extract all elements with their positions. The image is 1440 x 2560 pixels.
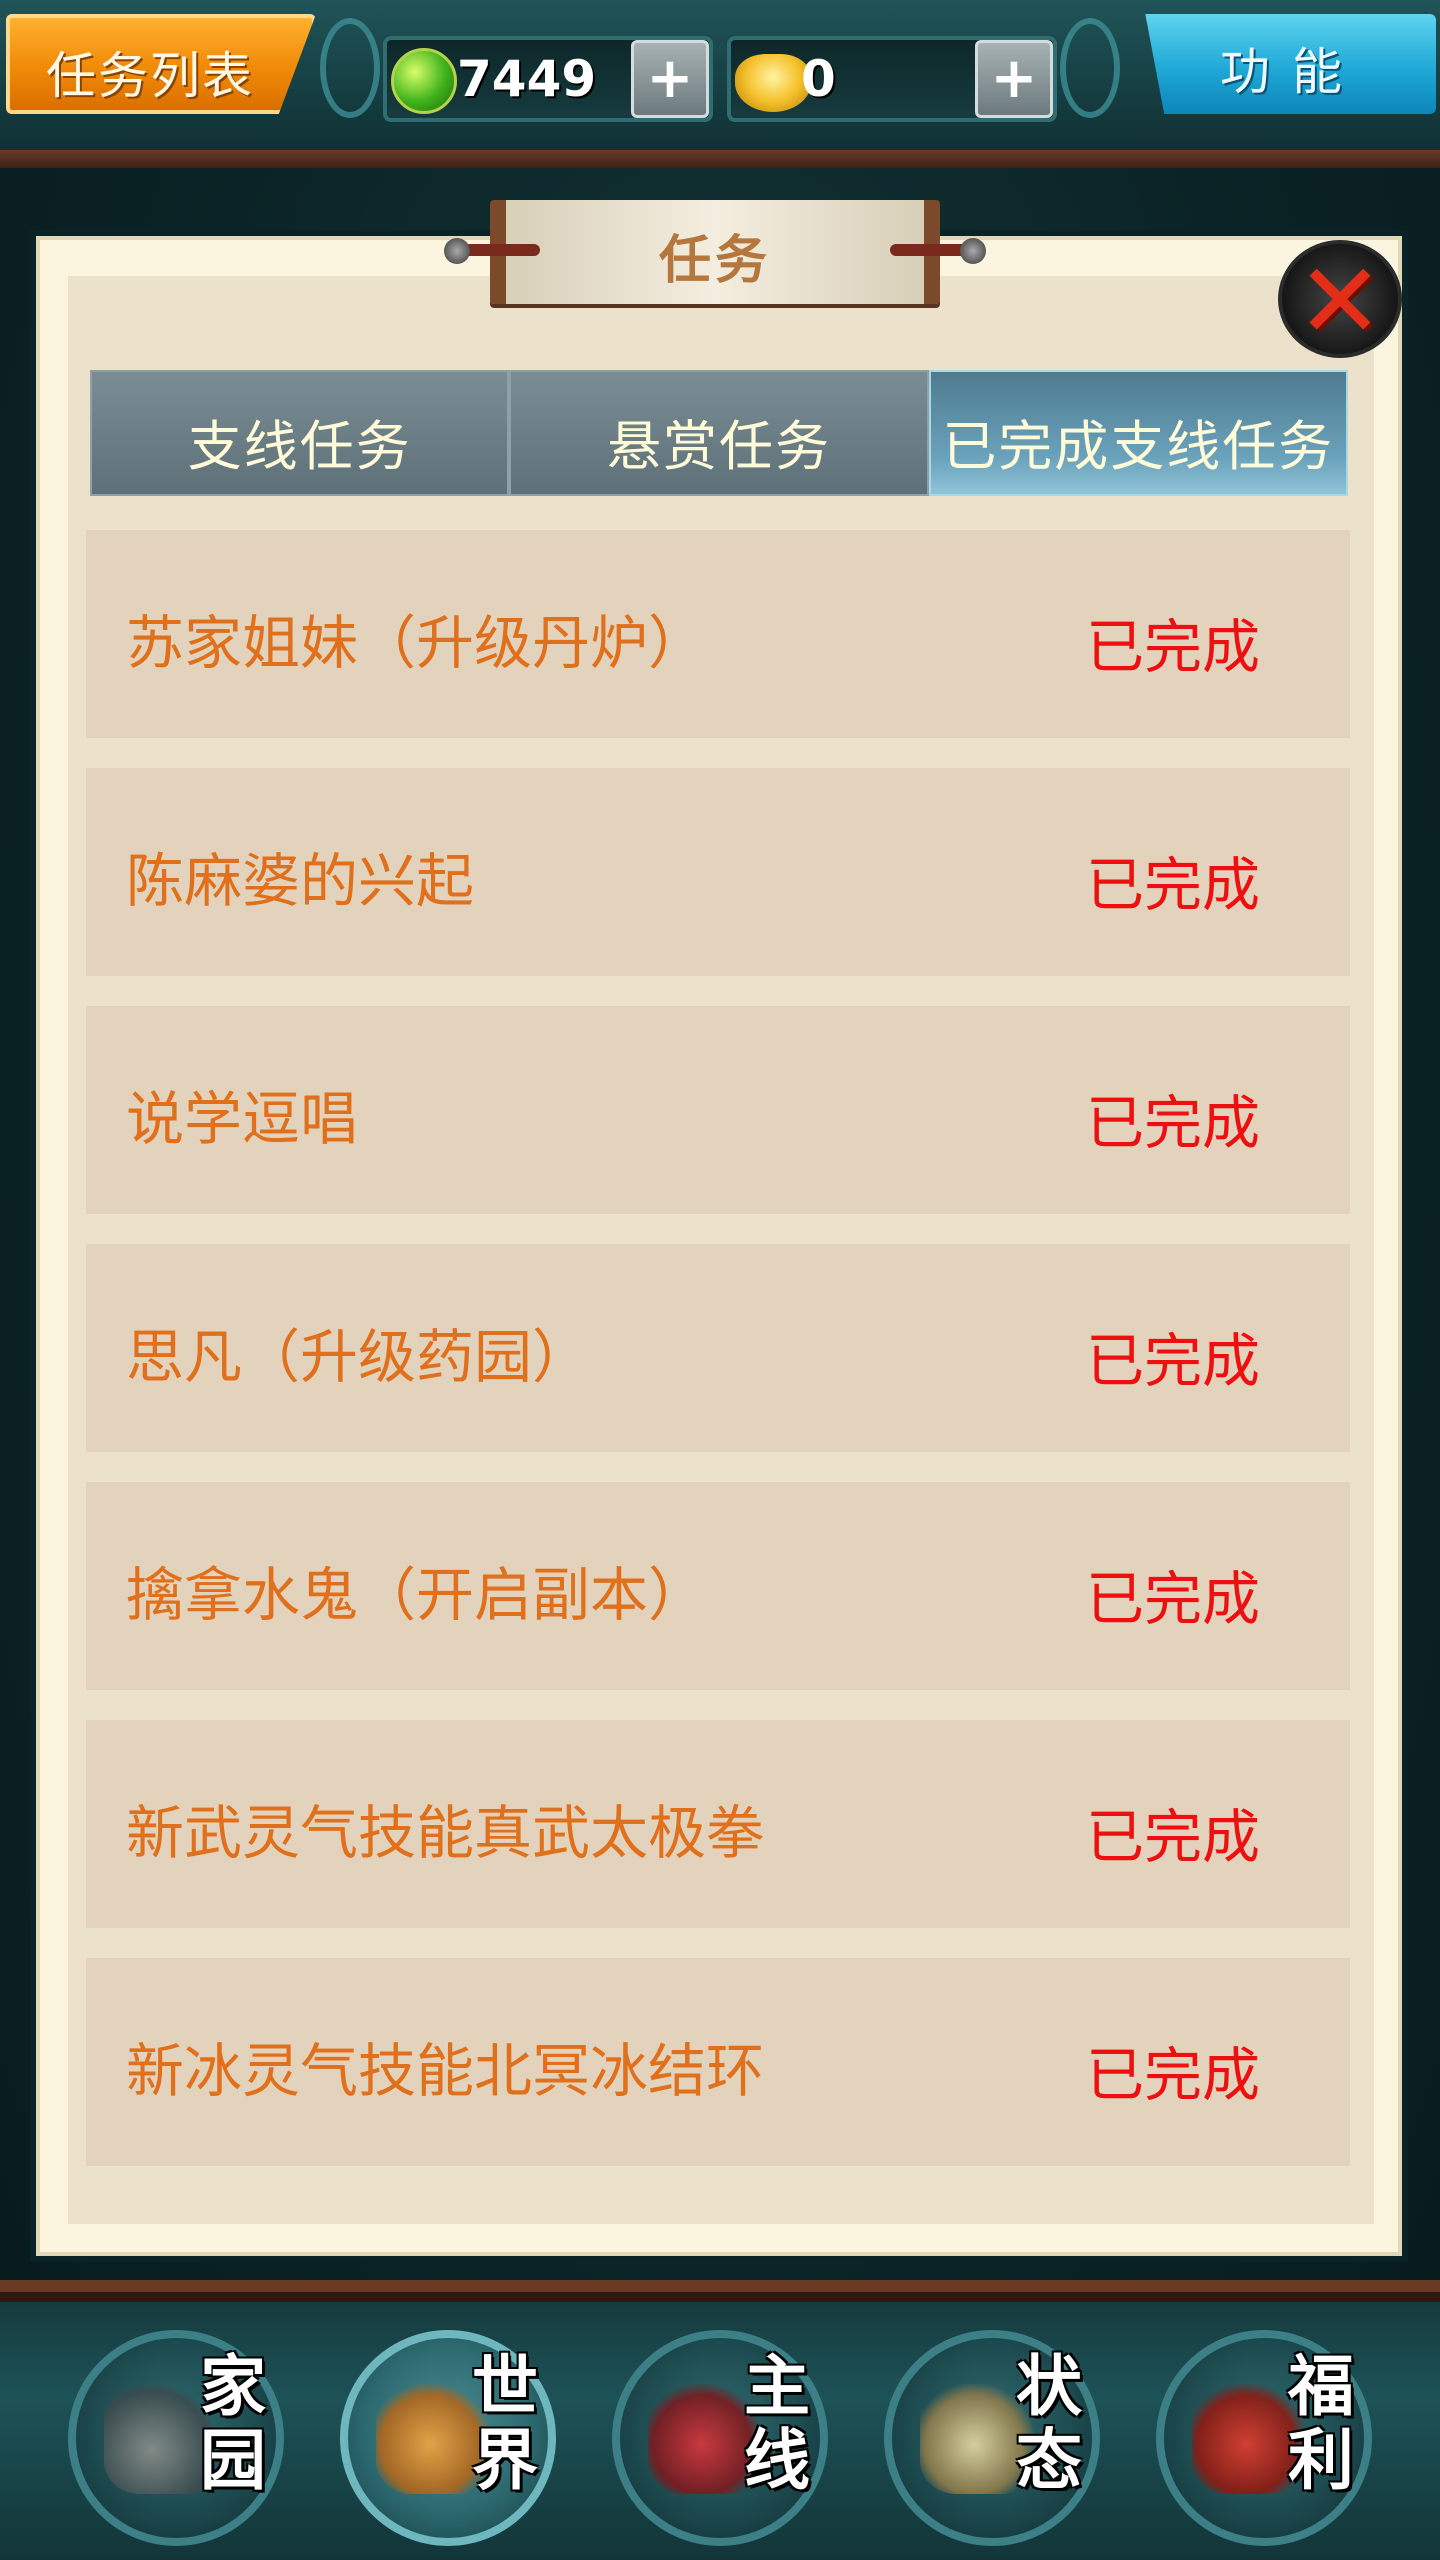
panel-title-scroll: 任务 <box>444 200 986 304</box>
nav-label: 家园 <box>200 2348 266 2499</box>
nav-label: 福利 <box>1288 2348 1354 2499</box>
quest-status: 已完成 <box>1086 1089 1261 1157</box>
nav-main-quest[interactable]: 主线 <box>612 2330 828 2546</box>
gold-amount: 0 <box>801 50 836 108</box>
quest-name: 说学逗唱 <box>126 1085 359 1153</box>
quest-row[interactable]: 说学逗唱 已完成 <box>86 1006 1350 1214</box>
scroll-knob-left <box>444 238 470 264</box>
tab-label: 已完成支线任务 <box>942 415 1335 478</box>
quest-name: 新冰灵气技能北冥冰结环 <box>126 2037 765 2105</box>
add-jade-button[interactable]: + <box>631 40 709 118</box>
title-label: 任务列表 <box>46 47 254 105</box>
quest-row[interactable]: 思凡（升级药园） 已完成 <box>86 1244 1350 1452</box>
add-gold-button[interactable]: + <box>975 40 1053 118</box>
quest-status: 已完成 <box>1086 2041 1261 2109</box>
quest-status: 已完成 <box>1086 1565 1261 1633</box>
jade-currency: 7449 + <box>383 36 713 122</box>
function-label: 功能 <box>1220 43 1364 101</box>
quest-status: 已完成 <box>1086 1327 1261 1395</box>
close-icon: ✕ <box>1296 240 1384 362</box>
ornament-left <box>320 18 380 118</box>
tab-label: 支线任务 <box>187 415 412 478</box>
panel-title: 任务 <box>658 231 771 291</box>
gold-ingot-icon <box>735 54 811 112</box>
quest-row[interactable]: 新冰灵气技能北冥冰结环 已完成 <box>86 1958 1350 2166</box>
game-screen: 任务列表 7449 + 0 + 功能 任务 ✕ 支线任务 悬赏任务 已完成支线任… <box>0 0 1440 2560</box>
quest-row[interactable]: 擒拿水鬼（开启副本） 已完成 <box>86 1482 1350 1690</box>
quest-name: 新武灵气技能真武太极拳 <box>126 1799 765 1867</box>
quest-row[interactable]: 苏家姐妹（升级丹炉） 已完成 <box>86 530 1350 738</box>
scroll-knob-right <box>960 238 986 264</box>
quest-status: 已完成 <box>1086 613 1261 681</box>
tab-completed-side-quests[interactable]: 已完成支线任务 <box>928 370 1348 496</box>
quest-list: 苏家姐妹（升级丹炉） 已完成 陈麻婆的兴起 已完成 说学逗唱 已完成 思凡（升级… <box>86 530 1350 2196</box>
nav-label: 主线 <box>744 2348 810 2499</box>
jade-amount: 7449 <box>457 50 597 108</box>
nav-label: 世界 <box>472 2348 538 2499</box>
nav-world[interactable]: 世界 <box>340 2330 556 2546</box>
quest-status: 已完成 <box>1086 851 1261 919</box>
quest-list-title-tab[interactable]: 任务列表 <box>6 14 316 114</box>
quest-status: 已完成 <box>1086 1803 1261 1871</box>
nav-home[interactable]: 家园 <box>68 2330 284 2546</box>
nav-label: 状态 <box>1016 2348 1082 2499</box>
tab-label: 悬赏任务 <box>606 415 831 478</box>
top-bar: 任务列表 7449 + 0 + 功能 <box>0 0 1440 168</box>
close-button[interactable]: ✕ <box>1278 240 1402 358</box>
quest-name: 思凡（升级药园） <box>126 1323 591 1391</box>
gold-currency: 0 + <box>727 36 1057 122</box>
nav-status[interactable]: 状态 <box>884 2330 1100 2546</box>
bottom-nav-bar: 家园 世界 主线 状态 福利 <box>0 2280 1440 2560</box>
nav-welfare[interactable]: 福利 <box>1156 2330 1372 2546</box>
quest-row[interactable]: 陈麻婆的兴起 已完成 <box>86 768 1350 976</box>
quest-tabs: 支线任务 悬赏任务 已完成支线任务 <box>90 370 1348 496</box>
quest-name: 擒拿水鬼（开启副本） <box>126 1561 707 1629</box>
quest-name: 陈麻婆的兴起 <box>126 847 475 915</box>
tab-side-quests[interactable]: 支线任务 <box>90 370 510 496</box>
ornament-right <box>1060 18 1120 118</box>
tab-bounty-quests[interactable]: 悬赏任务 <box>509 370 929 496</box>
jade-coin-icon <box>391 48 457 114</box>
scroll-body: 任务 <box>444 200 986 304</box>
function-button[interactable]: 功能 <box>1145 14 1436 114</box>
quest-row[interactable]: 新武灵气技能真武太极拳 已完成 <box>86 1720 1350 1928</box>
top-bar-trim <box>0 150 1440 168</box>
quest-name: 苏家姐妹（升级丹炉） <box>126 609 707 677</box>
